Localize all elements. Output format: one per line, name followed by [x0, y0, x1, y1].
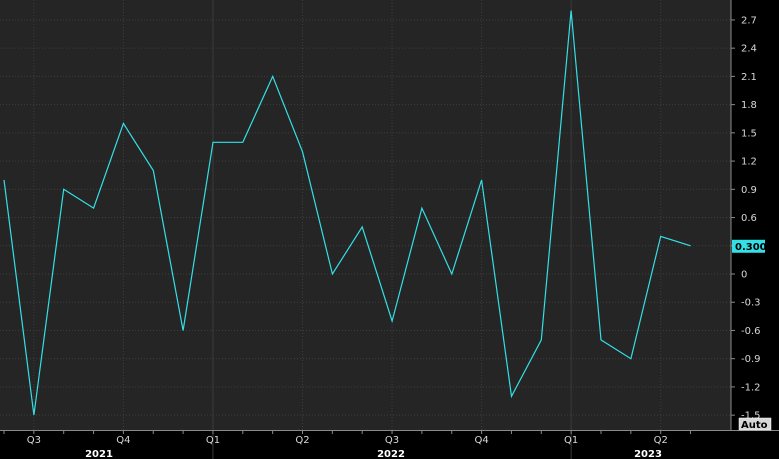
data-point — [3, 178, 6, 181]
x-quarter-label: Q1 — [564, 435, 578, 446]
x-quarter-label: Q3 — [27, 435, 41, 446]
data-point — [480, 178, 483, 181]
data-point — [570, 9, 573, 12]
y-tick-label: -0.3 — [741, 298, 761, 309]
data-point — [450, 273, 453, 276]
x-year-label: 2021 — [85, 449, 113, 459]
y-tick-label: 1.2 — [741, 157, 757, 168]
y-tick-label: 2.1 — [741, 72, 757, 83]
x-quarter-label: Q2 — [654, 435, 668, 446]
data-point — [241, 141, 244, 144]
plot-area — [0, 0, 731, 430]
data-point — [391, 320, 394, 323]
x-year-label: 2022 — [377, 449, 405, 459]
x-year-label: 2023 — [634, 449, 662, 459]
y-tick-label: 1.8 — [741, 100, 757, 111]
data-point — [182, 329, 185, 332]
data-point — [211, 141, 214, 144]
y-tick-label: -1.2 — [741, 382, 761, 393]
data-point — [420, 207, 423, 210]
y-tick-label: 0 — [741, 270, 747, 281]
data-point — [629, 357, 632, 360]
line-chart: 2.72.42.11.81.51.20.90.60.30-0.3-0.6-0.9… — [0, 0, 779, 459]
data-point — [271, 75, 274, 78]
data-point — [361, 225, 364, 228]
data-point — [122, 122, 125, 125]
x-quarter-label: Q2 — [295, 435, 309, 446]
y-tick-label: 1.5 — [741, 128, 757, 139]
chart-window: 2.72.42.11.81.51.20.90.60.30-0.3-0.6-0.9… — [0, 0, 779, 459]
y-tick-label: -0.6 — [741, 326, 761, 337]
last-value-label: 0.300 — [735, 242, 767, 253]
y-tick-label: 0.9 — [741, 185, 757, 196]
y-tick-label: 2.7 — [741, 15, 757, 26]
data-point — [92, 207, 95, 210]
x-quarter-label: Q3 — [385, 435, 399, 446]
data-point — [600, 338, 603, 341]
y-tick-label: -0.9 — [741, 354, 761, 365]
data-point — [152, 169, 155, 172]
data-point — [331, 273, 334, 276]
x-quarter-label: Q1 — [206, 435, 220, 446]
data-point — [540, 338, 543, 341]
data-point — [32, 414, 35, 417]
data-point — [62, 188, 65, 191]
data-point — [301, 150, 304, 153]
x-quarter-label: Q4 — [116, 435, 130, 446]
y-tick-label: 0.6 — [741, 213, 757, 224]
data-point — [689, 244, 692, 247]
x-quarter-label: Q4 — [474, 435, 488, 446]
y-tick-label: 2.4 — [741, 44, 757, 55]
data-point — [510, 395, 513, 398]
data-point — [659, 235, 662, 238]
auto-scale-label: Auto — [741, 420, 768, 431]
